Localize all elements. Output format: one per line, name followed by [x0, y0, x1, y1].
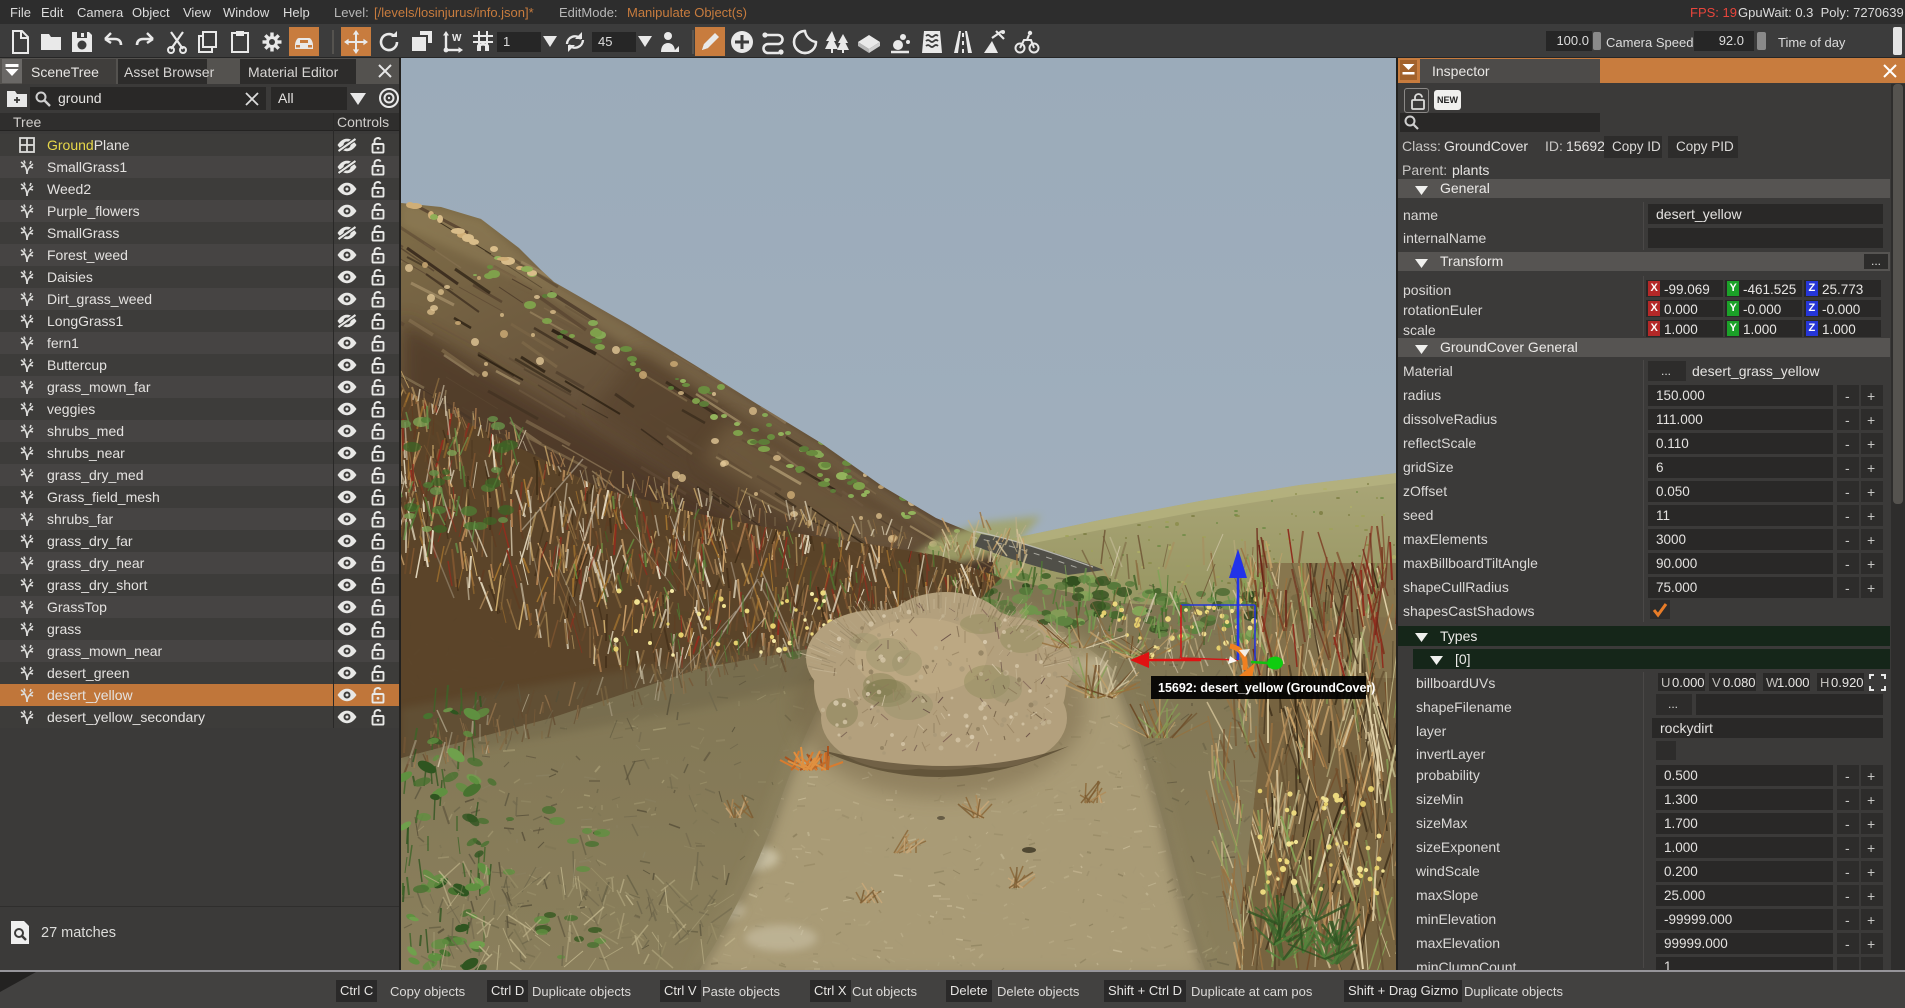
svg-text:15692: desert_yellow (GroundCo: 15692: desert_yellow (GroundCover): [1158, 681, 1375, 695]
svg-text:W: W: [452, 33, 462, 44]
